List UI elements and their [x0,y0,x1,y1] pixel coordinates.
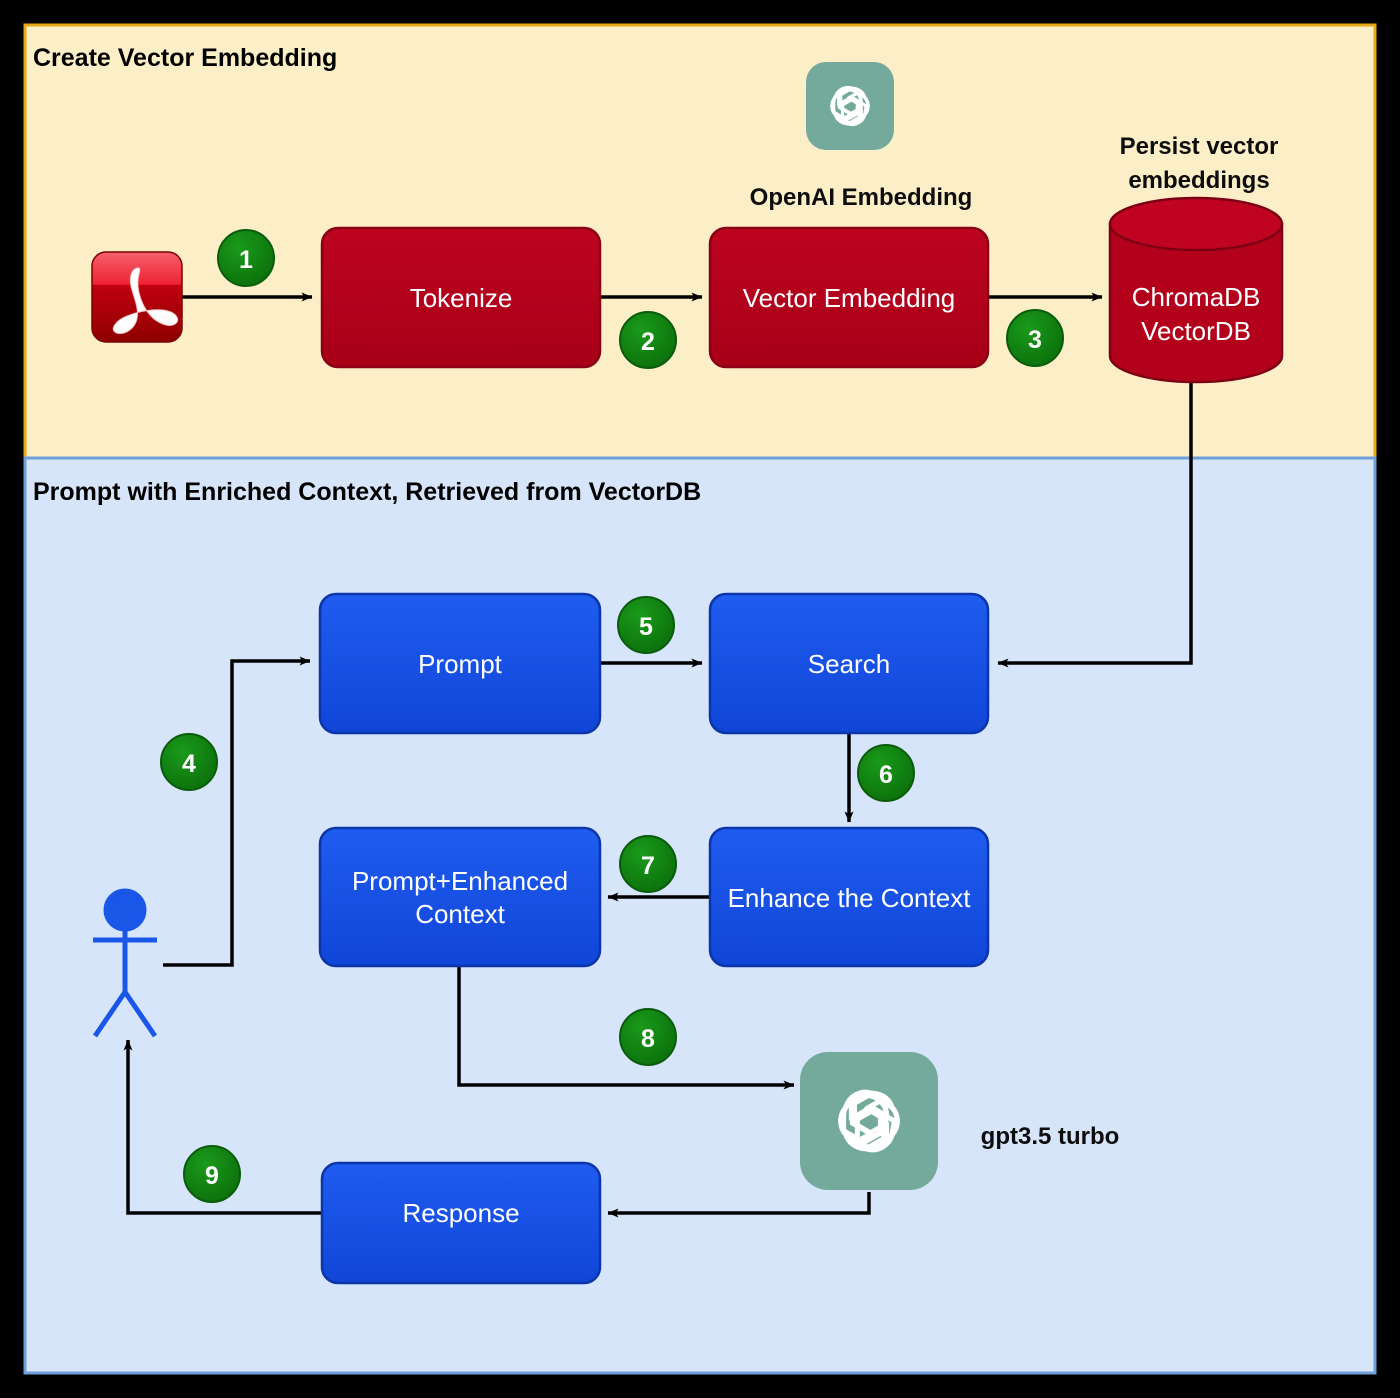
panel-prompt-enriched-context: Prompt with Enriched Context, Retrieved … [23,456,1377,1375]
step-badge-1-label: 1 [239,246,253,274]
step-badge-9-label: 9 [205,1162,219,1190]
caption-persist-line2: embeddings [1128,167,1269,194]
node-enhance-the-context[interactable]: Enhance the Context [708,826,990,968]
node-label-chromadb-line1: ChromaDB [1132,282,1261,312]
node-label-vector-embedding: Vector Embedding [743,283,955,313]
node-chromadb-database[interactable]: ChromaDB VectorDB [1108,196,1284,384]
node-label-chromadb-line2: VectorDB [1141,316,1251,346]
step-badge-6-label: 6 [879,761,893,789]
panel-title-prompt-enriched-context: Prompt with Enriched Context, Retrieved … [33,478,701,506]
node-prompt-enhanced-context[interactable]: Prompt+Enhanced Context [318,826,602,968]
step-badge-2-label: 2 [641,328,655,356]
node-label-prompt-enhanced-line1: Prompt+Enhanced [352,866,568,896]
step-badge-9: 9 [183,1145,241,1203]
node-label-enhance-the-context: Enhance the Context [728,883,972,913]
step-badge-8: 8 [619,1008,677,1066]
step-badge-1: 1 [217,229,275,287]
node-label-prompt-enhanced-line2: Context [415,899,505,929]
step-badge-5: 5 [617,596,675,654]
diagram-canvas: Create Vector Embedding Prompt with Enri… [0,0,1400,1398]
step-badge-2: 2 [619,311,677,369]
step-badge-4: 4 [160,733,218,791]
node-tokenize[interactable]: Tokenize [320,226,602,369]
flow-diagram: Create Vector Embedding Prompt with Enri… [23,23,1377,1375]
node-vector-embedding[interactable]: Vector Embedding [708,226,990,369]
step-badge-5-label: 5 [639,613,653,641]
step-badge-3-label: 3 [1028,326,1042,354]
step-badge-3: 3 [1006,309,1064,367]
step-badge-6: 6 [857,744,915,802]
node-label-search: Search [808,649,890,679]
node-search[interactable]: Search [708,592,990,735]
node-prompt[interactable]: Prompt [318,592,602,735]
caption-persist-line1: Persist vector [1120,133,1279,160]
step-badge-7: 7 [619,835,677,893]
node-label-tokenize: Tokenize [410,283,513,313]
node-response[interactable]: Response [320,1161,602,1285]
panel-title-create-vector-embedding: Create Vector Embedding [33,44,337,72]
node-label-prompt: Prompt [418,649,503,679]
pdf-document-icon [91,251,183,343]
step-badge-7-label: 7 [641,852,655,880]
caption-openai-embedding: OpenAI Embedding [750,184,973,211]
step-badge-4-label: 4 [182,750,196,778]
caption-gpt-model: gpt3.5 turbo [981,1123,1120,1150]
step-badge-8-label: 8 [641,1025,655,1053]
node-label-response: Response [402,1198,519,1228]
